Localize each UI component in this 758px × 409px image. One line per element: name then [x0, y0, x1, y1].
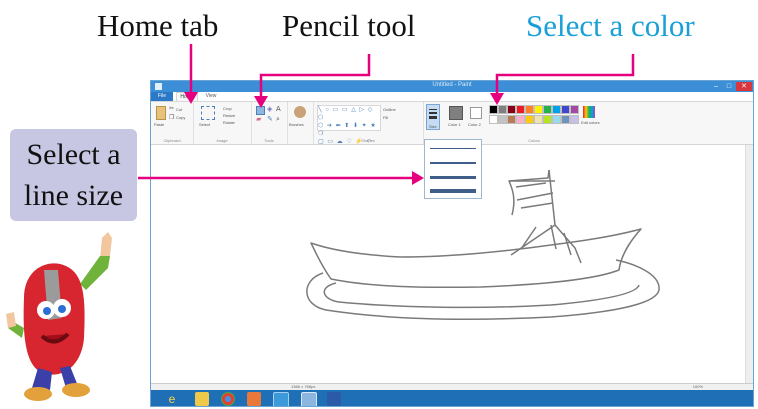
- color-swatch[interactable]: [543, 115, 552, 124]
- color-swatch[interactable]: [516, 115, 525, 124]
- line-size-dropdown[interactable]: [424, 139, 482, 199]
- size-label: Size: [429, 124, 437, 129]
- color-swatch[interactable]: [516, 105, 525, 114]
- color-swatch[interactable]: [561, 105, 570, 114]
- file-tab[interactable]: File: [151, 92, 173, 101]
- brushes-group: Brushes: [287, 102, 314, 144]
- cut-label[interactable]: Cut: [176, 107, 182, 112]
- color2-swatch: [470, 107, 482, 119]
- color-palette: [489, 105, 579, 131]
- brush-icon[interactable]: [294, 106, 306, 118]
- pencil-tool-callout: Pencil tool: [282, 8, 416, 43]
- copy-label[interactable]: Copy: [176, 115, 185, 120]
- explorer-icon[interactable]: [195, 392, 209, 406]
- taskbar: e: [151, 390, 753, 406]
- mouse-mascot: [6, 232, 112, 401]
- canvas-dimensions: 1366 × 768px: [291, 384, 316, 389]
- vertical-scrollbar[interactable]: [745, 145, 753, 383]
- size-button[interactable]: Size: [426, 104, 440, 130]
- edit-colors-icon[interactable]: [583, 106, 595, 118]
- image-caption: Image: [216, 138, 228, 143]
- zoom-level: 100%: [692, 384, 703, 389]
- color-swatch[interactable]: [534, 105, 543, 114]
- ie-icon[interactable]: e: [165, 392, 179, 406]
- clipboard-group: Paste ✂ Cut ❐ Copy Clipboard: [151, 102, 194, 144]
- copy-icon[interactable]: ❐: [169, 114, 174, 122]
- tools-caption: Tools: [264, 138, 274, 143]
- view-tab[interactable]: View: [202, 92, 220, 101]
- brushes-label[interactable]: Brushes: [289, 122, 304, 127]
- line-size-option-4[interactable]: [430, 189, 476, 193]
- color-swatch[interactable]: [507, 105, 516, 114]
- image-group: Select Crop Resize Rotate Image: [193, 102, 252, 144]
- paint-icon[interactable]: [273, 392, 289, 406]
- outline-label[interactable]: Outline: [383, 107, 396, 112]
- paste-label: Paste: [154, 122, 165, 127]
- eraser-icon[interactable]: ▰: [256, 116, 261, 124]
- color-swatch[interactable]: [498, 105, 507, 114]
- paint-window: Untitled - Paint – □ ✕ File Home View Pa…: [150, 80, 754, 407]
- line-size-option-3[interactable]: [430, 176, 476, 179]
- fill-icon[interactable]: ◈: [267, 106, 272, 114]
- shapes-gallery[interactable]: ╲ ○ ▭ ▭ △ ▷ ◇ ⬠ ⬡ ➔ ⬅ ⬆ ⬇ ✦ ★ ❍ ▢ ▭ ☁ ♡ ⚡ …: [317, 105, 381, 153]
- media-icon[interactable]: [247, 392, 261, 406]
- home-tab-callout: Home tab: [97, 8, 219, 43]
- color-swatch[interactable]: [498, 115, 507, 124]
- color-picker-icon[interactable]: ✎: [267, 116, 273, 124]
- color1-label: Color 1: [448, 122, 461, 127]
- chrome-icon[interactable]: [221, 392, 235, 406]
- color-swatch[interactable]: [543, 105, 552, 114]
- maximize-button[interactable]: □: [723, 82, 735, 91]
- color-swatch[interactable]: [489, 115, 498, 124]
- cut-icon[interactable]: ✂: [169, 105, 174, 113]
- color-swatch[interactable]: [561, 115, 570, 124]
- close-button[interactable]: ✕: [736, 82, 752, 91]
- minimize-button[interactable]: –: [710, 82, 722, 91]
- color-swatch[interactable]: [552, 115, 561, 124]
- color-swatch[interactable]: [525, 115, 534, 124]
- color-swatch[interactable]: [534, 115, 543, 124]
- magnifier-icon[interactable]: ⌕: [276, 116, 280, 124]
- shapes-group: ╲ ○ ▭ ▭ △ ▷ ◇ ⬠ ⬡ ➔ ⬅ ⬆ ⬇ ✦ ★ ❍ ▢ ▭ ☁ ♡ ⚡ …: [313, 102, 424, 153]
- title-bar[interactable]: Untitled - Paint – □ ✕: [151, 81, 753, 92]
- start-icon[interactable]: [301, 392, 317, 406]
- select-color-callout: Select a color: [526, 8, 695, 43]
- shapes-caption: Shapes: [361, 138, 375, 143]
- line-size-callout: Select a line size: [10, 129, 137, 221]
- rotate-label[interactable]: Rotate: [223, 120, 235, 125]
- line-size-callout-line2: line size: [23, 179, 124, 212]
- pencil-icon[interactable]: [256, 106, 265, 115]
- color2-label: Color 2: [468, 122, 481, 127]
- line-size-option-1[interactable]: [430, 148, 476, 149]
- text-icon[interactable]: A: [276, 106, 281, 114]
- color1-button[interactable]: Color 1: [448, 104, 464, 130]
- colors-caption: Colors: [528, 138, 540, 143]
- word-icon[interactable]: [327, 392, 341, 406]
- edit-colors-label[interactable]: Edit colors: [581, 120, 600, 125]
- tools-group: ◈ A ▰ ✎ ⌕ Tools: [251, 102, 288, 144]
- line-size-callout-line1: Select a: [26, 138, 121, 171]
- color-swatch[interactable]: [507, 115, 516, 124]
- color-swatch[interactable]: [552, 105, 561, 114]
- resize-label[interactable]: Resize: [223, 113, 235, 118]
- line-size-option-2[interactable]: [430, 162, 476, 164]
- crop-label[interactable]: Crop: [223, 106, 232, 111]
- window-title: Untitled - Paint: [432, 82, 472, 88]
- home-tab[interactable]: Home: [176, 92, 198, 101]
- select-label[interactable]: Select: [199, 122, 210, 127]
- color-swatch[interactable]: [570, 105, 579, 114]
- color1-swatch: [449, 106, 463, 120]
- paste-icon[interactable]: [156, 106, 166, 120]
- color-swatch[interactable]: [525, 105, 534, 114]
- color2-button[interactable]: Color 2: [468, 104, 484, 130]
- fill-label[interactable]: Fill: [383, 115, 388, 120]
- color-swatch[interactable]: [489, 105, 498, 114]
- color-swatch[interactable]: [570, 115, 579, 124]
- clipboard-caption: Clipboard: [163, 138, 181, 143]
- ribbon-tabs: File Home View: [151, 92, 753, 102]
- select-icon[interactable]: [201, 106, 215, 120]
